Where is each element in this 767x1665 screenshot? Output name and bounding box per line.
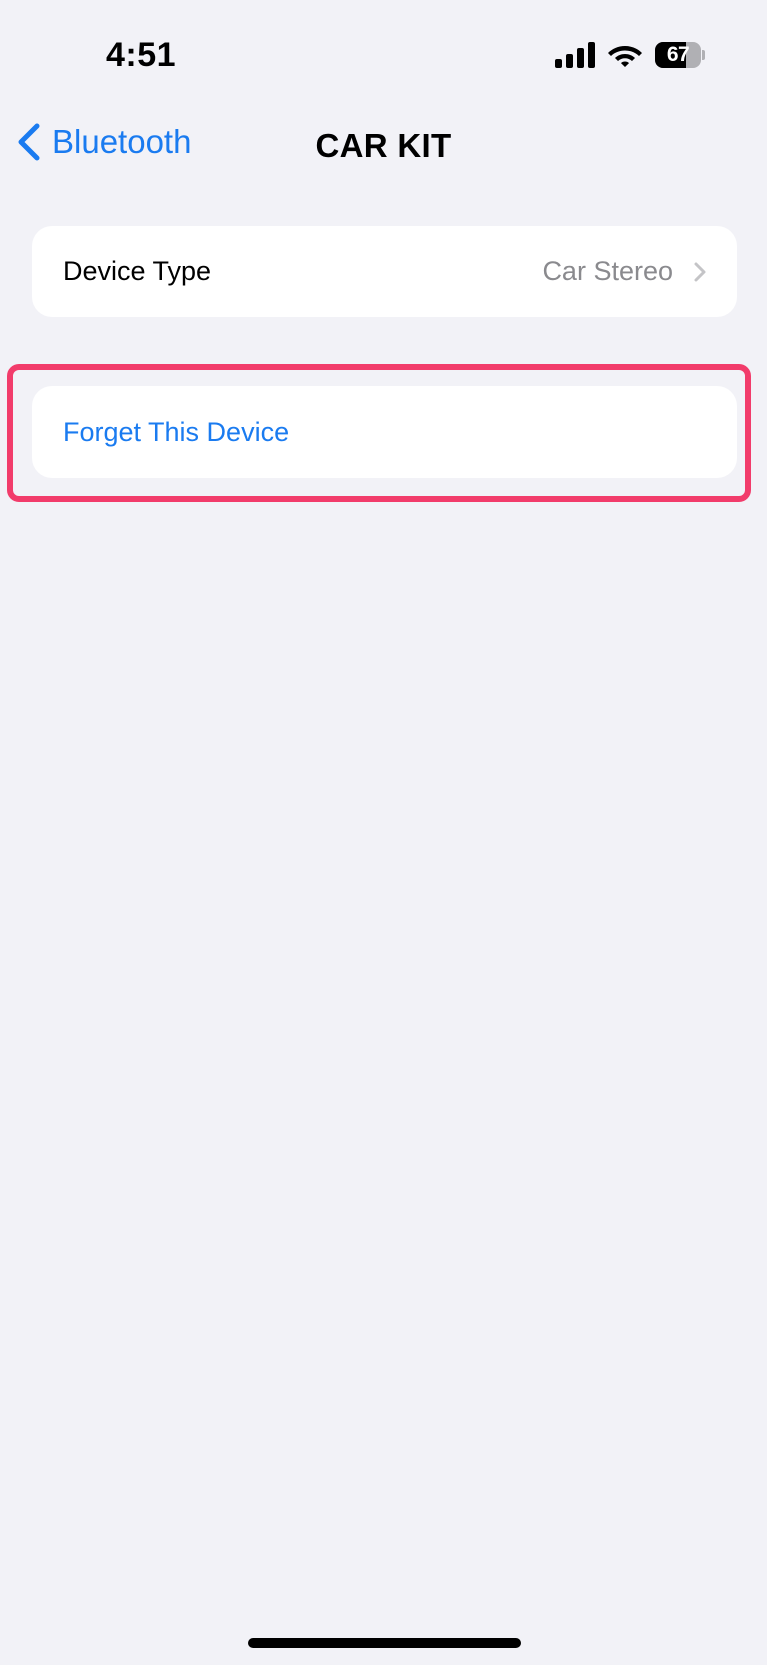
wifi-icon (607, 42, 643, 68)
status-bar: 4:51 67 (0, 0, 767, 115)
battery-icon: 67 (655, 41, 705, 69)
device-type-row[interactable]: Device Type Car Stereo (32, 226, 737, 317)
page-title: CAR KIT (315, 127, 452, 164)
battery-level: 67 (666, 43, 690, 66)
device-type-group: Device Type Car Stereo (32, 226, 737, 317)
forget-device-button[interactable]: Forget This Device (32, 386, 737, 478)
status-icons: 67 (555, 41, 705, 69)
forget-device-label: Forget This Device (63, 416, 290, 447)
forget-device-group: Forget This Device (32, 386, 737, 478)
signal-icon (555, 42, 595, 68)
chevron-right-icon (693, 261, 707, 283)
home-indicator[interactable] (248, 1638, 521, 1648)
device-type-value: Car Stereo (542, 256, 673, 286)
status-time: 4:51 (106, 36, 177, 74)
device-type-label: Device Type (63, 256, 212, 286)
navigation-bar: Bluetooth CAR KIT (0, 115, 767, 183)
